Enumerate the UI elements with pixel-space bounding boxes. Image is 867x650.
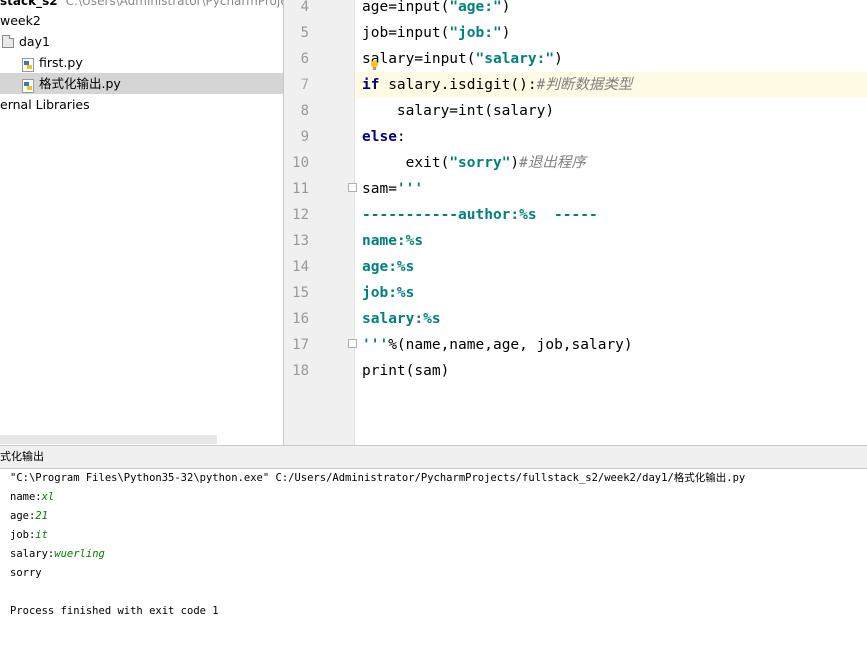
python-file-icon: [22, 78, 34, 93]
code-text: ): [501, 0, 511, 15]
tree-item-label: 格式化输出.py: [39, 76, 121, 91]
code-text: salary.isdigit():: [379, 77, 537, 93]
code-text: :: [396, 129, 406, 145]
project-root[interactable]: stack_s2 C:\Users\Administrator\PycharmPr…: [0, 0, 284, 12]
line-number: 16: [292, 311, 309, 327]
code-editor[interactable]: 4 5 6 7 8 9 10 11 12 13 14 15 16 17 18 a…: [284, 0, 867, 445]
code-line-6[interactable]: salary=input("salary:"): [355, 46, 867, 72]
comment: #退出程序: [519, 155, 586, 171]
tree-item-external-libraries[interactable]: ernal Libraries: [0, 94, 90, 115]
code-line-17[interactable]: '''%(name,name,age, job,salary): [355, 332, 867, 358]
project-tree[interactable]: stack_s2 C:\Users\Administrator\PycharmPr…: [0, 0, 284, 445]
code-line-9[interactable]: else:: [355, 124, 867, 150]
code-line-14[interactable]: age:%s: [355, 254, 867, 280]
code-text: age=input(: [362, 0, 450, 15]
code-text: salary=int(salary): [362, 103, 555, 119]
line-number: 7: [300, 77, 309, 93]
string-literal: ''': [362, 337, 389, 353]
user-input-text: it: [35, 529, 48, 541]
line-number: 17: [292, 337, 309, 353]
code-text: job=input(: [362, 25, 450, 41]
code-line-8[interactable]: salary=int(salary): [355, 98, 867, 124]
editor-gutter[interactable]: 4 5 6 7 8 9 10 11 12 13 14 15 16 17 18: [284, 0, 357, 445]
string-literal: "sorry": [449, 155, 511, 171]
string-literal: job:%s: [362, 285, 415, 301]
user-input-text: xl: [41, 491, 55, 503]
tree-item-day1[interactable]: day1: [2, 31, 50, 52]
console-prompt-line: name:xl: [10, 488, 54, 507]
console-prompt-line: age:21: [10, 507, 48, 526]
code-text: salary=input(: [362, 51, 476, 67]
code-text: ): [510, 155, 520, 171]
run-tab-label: 式化输出: [0, 450, 44, 463]
prompt-text: salary:: [10, 548, 55, 560]
code-line-15[interactable]: job:%s: [355, 280, 867, 306]
string-literal: salary:%s: [362, 311, 441, 327]
code-line-13[interactable]: name:%s: [355, 228, 867, 254]
lightbulb-icon[interactable]: [370, 56, 379, 70]
run-tab-header[interactable]: 式化输出: [0, 445, 867, 469]
line-number: 14: [292, 259, 309, 275]
string-literal: -----------author:%s -----: [362, 207, 598, 223]
string-literal: age:%s: [362, 259, 415, 275]
comment: #判断数据类型: [536, 77, 633, 93]
string-literal: "age:": [449, 0, 502, 15]
keyword: if: [362, 77, 380, 93]
horizontal-scrollbar[interactable]: [0, 435, 217, 444]
code-text: ): [501, 25, 511, 41]
line-number: 15: [292, 285, 309, 301]
line-number: 18: [292, 363, 309, 379]
console-prompt-line: job:it: [10, 526, 48, 545]
line-number: 5: [300, 25, 309, 41]
string-literal: "job:": [449, 25, 502, 41]
console-prompt-line: salary:wuerling: [10, 545, 105, 564]
line-number: 4: [300, 0, 309, 15]
prompt-text: job:: [10, 529, 36, 541]
code-text: %(name,name,age, job,salary): [388, 337, 633, 353]
code-line-18[interactable]: print(sam): [355, 358, 867, 384]
code-text: sam=: [362, 181, 397, 197]
prompt-text: name:: [10, 491, 42, 503]
code-line-4[interactable]: age=input("age:"): [355, 0, 867, 20]
user-input-text: 21: [35, 510, 48, 522]
tree-item-label: ernal Libraries: [0, 97, 90, 112]
project-root-path: C:\Users\Administrator\PycharmProjects: [65, 0, 284, 8]
line-number: 12: [292, 207, 309, 223]
line-number: 10: [292, 155, 309, 171]
python-file-icon: [22, 57, 34, 72]
code-text: print(sam): [362, 363, 450, 379]
keyword: else: [362, 129, 397, 145]
prompt-text: age:: [10, 510, 36, 522]
string-literal: name:%s: [362, 233, 424, 249]
code-line-11[interactable]: sam=''': [355, 176, 867, 202]
code-line-16[interactable]: salary:%s: [355, 306, 867, 332]
tree-item-label: week2: [0, 13, 41, 28]
run-console[interactable]: "C:\Program Files\Python35-32\python.exe…: [0, 469, 867, 650]
code-text: exit(: [362, 155, 450, 171]
console-command: "C:\Program Files\Python35-32\python.exe…: [10, 472, 746, 484]
tree-item-format-output-py[interactable]: 格式化输出.py: [0, 73, 283, 94]
console-exit-message: Process finished with exit code 1: [10, 605, 219, 617]
string-literal: ''': [396, 181, 424, 197]
folder-icon: [2, 34, 14, 48]
tree-item-week2[interactable]: week2: [0, 10, 41, 31]
code-line-5[interactable]: job=input("job:"): [355, 20, 867, 46]
line-number: 6: [300, 51, 309, 67]
user-input-text: wuerling: [54, 548, 105, 560]
code-line-10[interactable]: exit("sorry")#退出程序: [355, 150, 867, 176]
line-number: 9: [300, 129, 309, 145]
string-literal: "salary:": [475, 51, 555, 67]
code-line-7[interactable]: if salary.isdigit():#判断数据类型: [355, 72, 867, 98]
tree-item-label: first.py: [39, 55, 83, 70]
project-root-name: stack_s2: [0, 0, 58, 8]
tree-item-label: day1: [19, 34, 50, 49]
line-number: 13: [292, 233, 309, 249]
line-number: 8: [300, 103, 309, 119]
code-text: ): [554, 51, 563, 67]
console-output: sorry: [10, 567, 42, 579]
line-number: 11: [292, 181, 309, 197]
tree-item-first-py[interactable]: first.py: [22, 52, 83, 73]
code-line-12[interactable]: -----------author:%s -----: [355, 202, 867, 228]
